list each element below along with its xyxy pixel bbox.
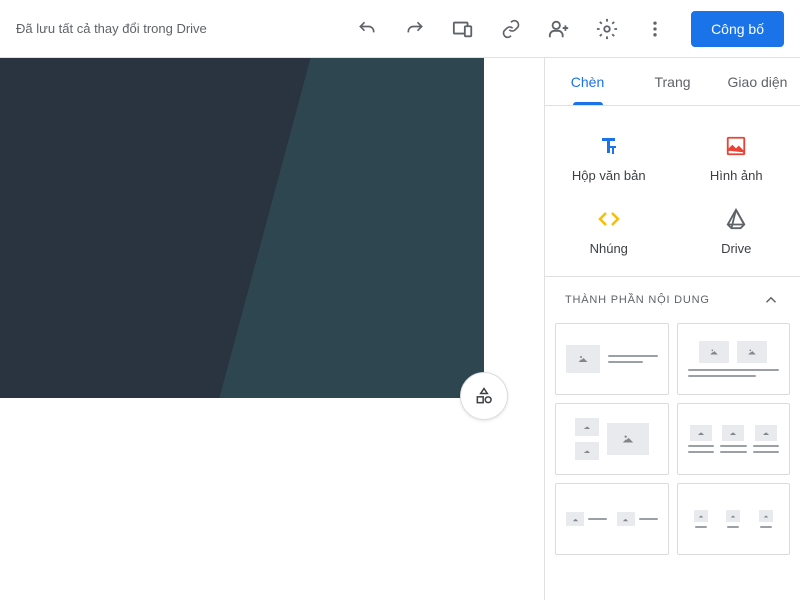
tab-pages[interactable]: Trang xyxy=(630,58,715,105)
tab-themes[interactable]: Giao diện xyxy=(715,58,800,105)
textbox-icon xyxy=(597,134,621,158)
image-icon xyxy=(724,134,748,158)
share-button[interactable] xyxy=(535,5,583,53)
add-section-button[interactable] xyxy=(460,372,508,420)
settings-button[interactable] xyxy=(583,5,631,53)
insert-textbox[interactable]: Hộp văn bản xyxy=(545,122,673,195)
link-icon xyxy=(501,19,521,39)
undo-button[interactable] xyxy=(343,5,391,53)
person-add-icon xyxy=(548,18,570,40)
tab-insert[interactable]: Chèn xyxy=(545,58,630,105)
main-toolbar: Đã lưu tất cả thay đổi trong Drive Công … xyxy=(0,0,800,58)
sidebar-tabs: Chèn Trang Giao diện xyxy=(545,58,800,106)
layout-image-text[interactable] xyxy=(555,323,669,395)
gear-icon xyxy=(596,18,618,40)
layout-grid xyxy=(545,323,800,565)
undo-icon xyxy=(357,19,377,39)
insert-embed[interactable]: Nhúng xyxy=(545,195,673,268)
layout-two-images-text[interactable] xyxy=(677,323,791,395)
layout-three-columns[interactable] xyxy=(677,403,791,475)
shapes-icon xyxy=(474,386,494,406)
insert-drive-label: Drive xyxy=(721,241,751,256)
insert-image[interactable]: Hình ảnh xyxy=(673,122,800,195)
insert-image-label: Hình ảnh xyxy=(710,168,763,183)
layout-gallery[interactable] xyxy=(555,403,669,475)
more-button[interactable] xyxy=(631,5,679,53)
link-button[interactable] xyxy=(487,5,535,53)
main-area: Chèn Trang Giao diện Hộp văn bản Hình ản… xyxy=(0,58,800,600)
insert-textbox-label: Hộp văn bản xyxy=(572,168,646,183)
embed-icon xyxy=(597,207,621,231)
redo-icon xyxy=(405,19,425,39)
content-blocks-title: THÀNH PHẦN NỘI DUNG xyxy=(565,294,710,306)
insert-drive[interactable]: Drive xyxy=(673,195,800,268)
layout-three-items[interactable] xyxy=(677,483,791,555)
canvas-area[interactable] xyxy=(0,58,544,600)
layout-two-items[interactable] xyxy=(555,483,669,555)
preview-button[interactable] xyxy=(439,5,487,53)
save-status: Đã lưu tất cả thay đổi trong Drive xyxy=(16,21,207,36)
more-vert-icon xyxy=(645,19,665,39)
insert-grid: Hộp văn bản Hình ảnh Nhúng Drive xyxy=(545,106,800,276)
publish-button[interactable]: Công bố xyxy=(691,11,784,47)
devices-icon xyxy=(452,18,474,40)
insert-embed-label: Nhúng xyxy=(590,241,628,256)
chevron-up-icon xyxy=(762,291,780,309)
redo-button[interactable] xyxy=(391,5,439,53)
drive-icon xyxy=(724,207,748,231)
page-header-section[interactable] xyxy=(0,58,484,398)
right-sidebar: Chèn Trang Giao diện Hộp văn bản Hình ản… xyxy=(544,58,800,600)
content-blocks-header[interactable]: THÀNH PHẦN NỘI DUNG xyxy=(545,276,800,323)
toolbar-actions: Công bố xyxy=(343,5,784,53)
